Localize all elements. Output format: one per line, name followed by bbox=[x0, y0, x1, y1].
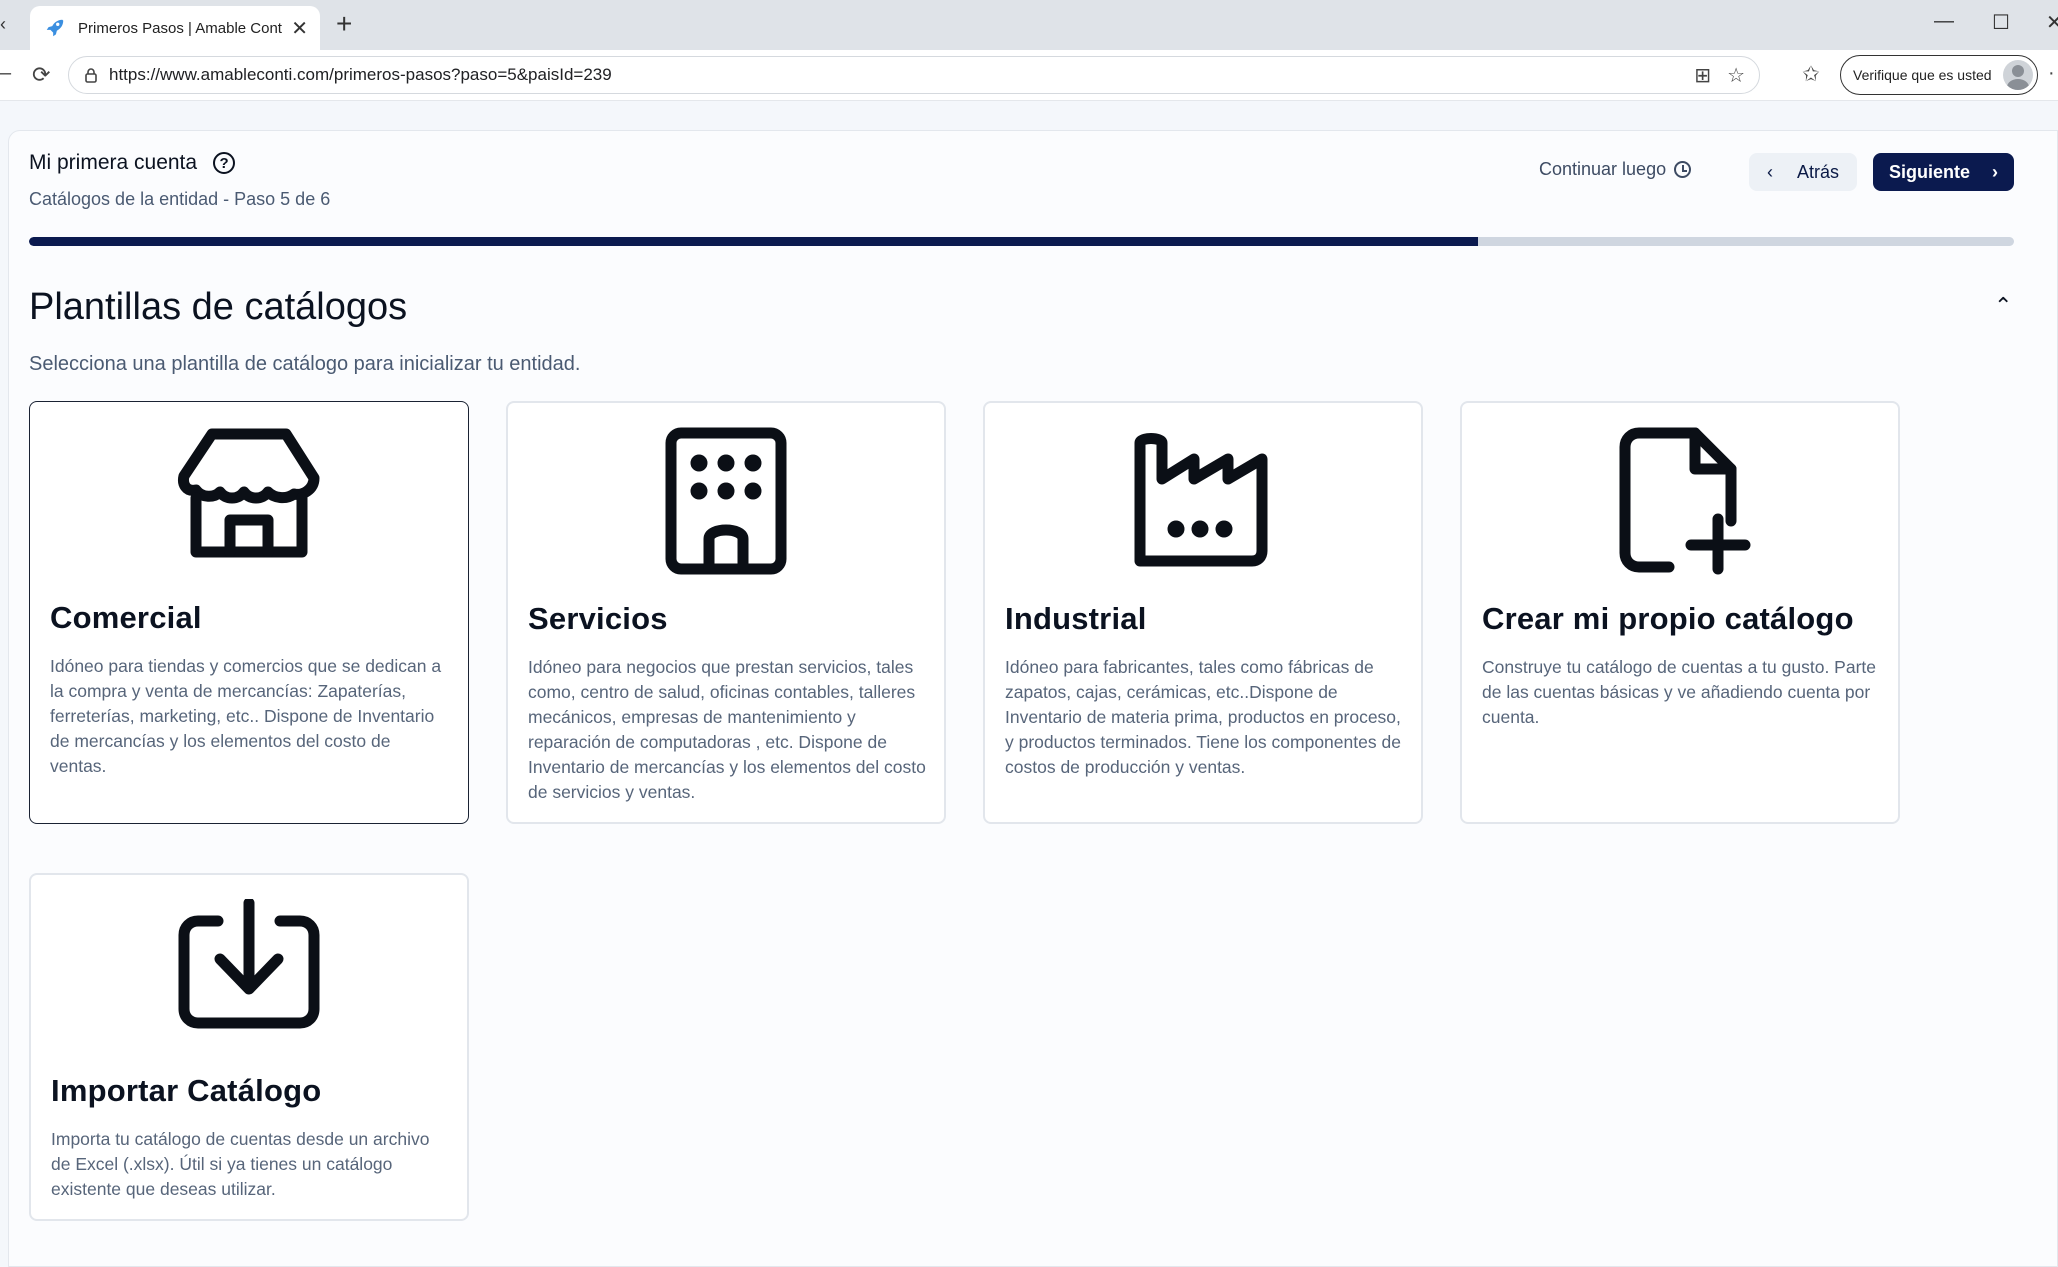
template-card-importar[interactable]: Importar Catálogo Importa tu catálogo de… bbox=[29, 873, 469, 1221]
template-title: Crear mi propio catálogo bbox=[1482, 601, 1854, 636]
new-tab-icon[interactable]: + bbox=[336, 8, 352, 40]
template-description: Idóneo para tiendas y comercios que se d… bbox=[50, 656, 442, 776]
import-icon bbox=[178, 899, 320, 1029]
url-input[interactable]: https://www.amableconti.com/primeros-pas… bbox=[68, 56, 1760, 94]
wizard-title: Mi primera cuenta bbox=[29, 151, 198, 174]
tab-scroll-icon[interactable]: ‹ bbox=[0, 14, 6, 35]
template-card-servicios[interactable]: Servicios Idóneo para negocios que prest… bbox=[506, 401, 946, 824]
tab-title: Primeros Pasos | Amable Conti - E bbox=[78, 19, 284, 37]
section-title: Plantillas de catálogos bbox=[29, 286, 408, 328]
back-button[interactable]: ‹ Atrás bbox=[1749, 153, 1857, 191]
continue-later-link[interactable]: Continuar luego bbox=[1539, 159, 1692, 180]
profile-button[interactable]: Verifique que es usted bbox=[1840, 55, 2038, 95]
more-icon[interactable]: · bbox=[2048, 62, 2055, 85]
template-card-industrial[interactable]: Industrial Idóneo para fabricantes, tale… bbox=[983, 401, 1423, 824]
template-title: Industrial bbox=[1005, 601, 1147, 636]
favorites-icon[interactable]: ✩ bbox=[1802, 62, 1820, 87]
wizard-panel: Mi primera cuenta ? Catálogos de la enti… bbox=[8, 130, 2058, 1267]
chevron-left-icon: ‹ bbox=[1766, 161, 1773, 182]
template-title: Servicios bbox=[528, 601, 668, 636]
template-card-comercial[interactable]: Comercial Idóneo para tiendas y comercio… bbox=[29, 401, 469, 824]
profile-label: Verifique que es usted bbox=[1853, 67, 1992, 83]
building-icon bbox=[665, 427, 787, 575]
window-close-icon[interactable]: ✕ bbox=[2046, 10, 2058, 35]
template-title: Importar Catálogo bbox=[51, 1073, 322, 1108]
template-title: Comercial bbox=[50, 600, 202, 635]
wizard-step-subtitle: Catálogos de la entidad - Paso 5 de 6 bbox=[29, 189, 331, 209]
site-info-icon[interactable] bbox=[83, 67, 99, 83]
minimize-icon[interactable]: — bbox=[1934, 10, 1954, 33]
progress-fill bbox=[29, 237, 1479, 246]
section-subtitle: Selecciona una plantilla de catálogo par… bbox=[29, 353, 581, 375]
template-description: Idóneo para negocios que prestan servici… bbox=[528, 657, 926, 802]
progress-bar bbox=[29, 237, 2014, 246]
continue-later-label: Continuar luego bbox=[1539, 159, 1667, 179]
chevron-up-icon[interactable]: ⌃ bbox=[1994, 293, 2012, 319]
help-icon[interactable]: ? bbox=[213, 152, 236, 174]
avatar bbox=[2003, 60, 2033, 90]
back-button-label: Atrás bbox=[1796, 161, 1839, 182]
back-arrow-icon[interactable]: – bbox=[0, 62, 11, 85]
store-icon bbox=[178, 428, 320, 558]
template-card-crear-propio[interactable]: Crear mi propio catálogo Construye tu ca… bbox=[1460, 401, 1900, 824]
file-plus-icon bbox=[1619, 427, 1751, 575]
next-button-label: Siguiente bbox=[1888, 161, 1970, 182]
wizard-header: Mi primera cuenta ? bbox=[29, 151, 236, 175]
reload-icon[interactable]: ⟳ bbox=[32, 62, 50, 88]
factory-icon bbox=[1134, 433, 1268, 567]
apps-icon[interactable]: ⊞ bbox=[1694, 63, 1711, 88]
clock-icon bbox=[1674, 161, 1692, 178]
chevron-right-icon: › bbox=[1992, 161, 1998, 182]
url-text: https://www.amableconti.com/primeros-pas… bbox=[109, 65, 612, 84]
next-button[interactable]: Siguiente › bbox=[1873, 153, 2014, 191]
browser-address-bar: – ⟳ https://www.amableconti.com/primeros… bbox=[0, 50, 2058, 101]
star-icon[interactable]: ☆ bbox=[1727, 63, 1745, 88]
close-tab-icon[interactable]: ✕ bbox=[291, 16, 308, 41]
template-description: Construye tu catálogo de cuentas a tu gu… bbox=[1482, 657, 1876, 727]
template-description: Idóneo para fabricantes, tales como fábr… bbox=[1005, 657, 1401, 777]
template-description: Importa tu catálogo de cuentas desde un … bbox=[51, 1129, 430, 1199]
rocket-icon bbox=[46, 19, 64, 37]
maximize-icon[interactable]: ☐ bbox=[1992, 10, 2010, 35]
browser-tab-bar: ‹ Primeros Pasos | Amable Conti - E ✕ + … bbox=[0, 0, 2058, 50]
browser-tab-active[interactable]: Primeros Pasos | Amable Conti - E ✕ bbox=[30, 6, 320, 50]
